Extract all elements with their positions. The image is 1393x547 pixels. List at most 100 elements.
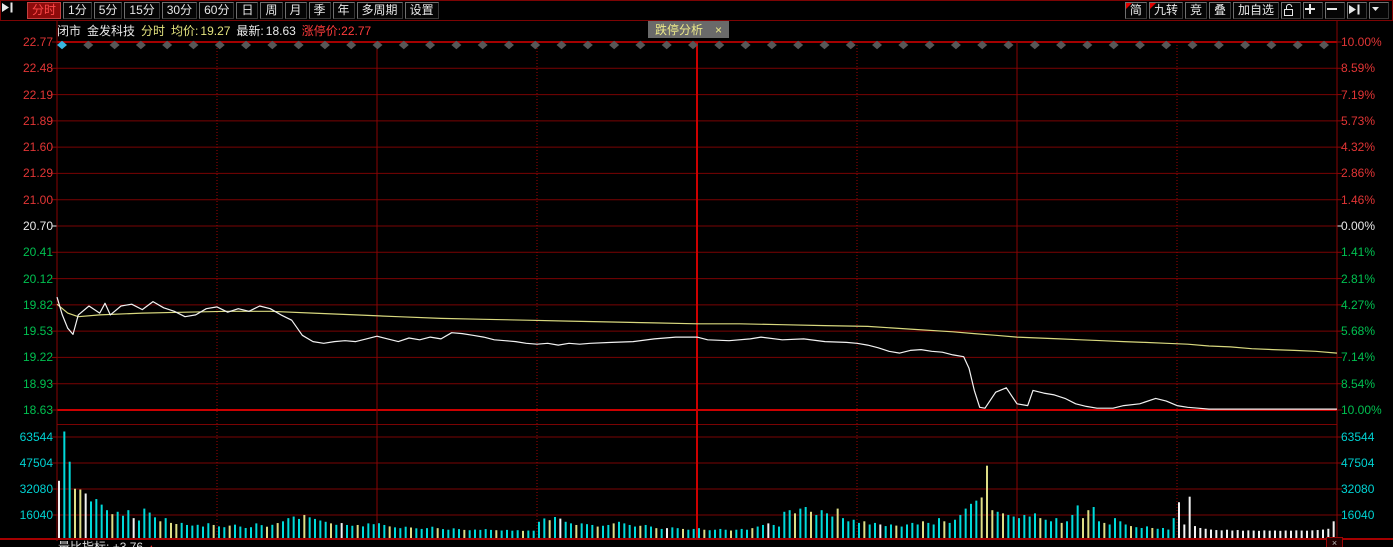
volume-bar	[714, 529, 716, 538]
volume-axis-label-right: 16040	[1341, 508, 1375, 522]
volume-bar	[1178, 502, 1180, 538]
volume-bar	[703, 529, 706, 538]
volume-bar	[388, 526, 391, 538]
volume-bar	[431, 526, 434, 538]
volume-bar	[148, 512, 151, 538]
volume-bar	[612, 523, 615, 538]
volume-bar	[975, 500, 978, 538]
volume-bar	[394, 527, 396, 538]
volume-bar	[644, 524, 647, 538]
volume-bar	[954, 519, 956, 538]
app-window: { "toolbar": { "left_items": [ {"label":…	[0, 0, 1393, 547]
volume-bar	[319, 520, 322, 538]
volume-bar	[1018, 518, 1020, 538]
volume-bar	[874, 522, 876, 538]
volume-bar	[1103, 522, 1106, 538]
volume-bar	[666, 528, 668, 538]
volume-bar	[548, 520, 551, 538]
volume-bar	[1012, 516, 1015, 538]
volume-bar	[170, 522, 172, 538]
pct-axis-label: 7.14%	[1341, 350, 1376, 365]
volume-bar	[1300, 530, 1303, 538]
volume-bar	[506, 529, 508, 538]
volume-bar	[751, 528, 754, 538]
volume-bar	[324, 521, 327, 538]
volume-bar	[474, 529, 476, 538]
volume-bar	[511, 530, 514, 538]
volume-bar	[879, 524, 882, 538]
volume-bar	[1284, 530, 1287, 538]
volume-bar	[1332, 521, 1335, 538]
volume-bar	[964, 508, 967, 538]
volume-bar	[772, 524, 775, 538]
volume-bar	[1210, 529, 1212, 538]
volume-bar	[1146, 526, 1148, 538]
volume-bar	[863, 521, 866, 538]
volume-bar	[858, 522, 860, 538]
volume-bar	[452, 528, 455, 538]
pct-axis-label: 4.32%	[1341, 140, 1376, 155]
volume-bar	[767, 523, 770, 538]
price-axis-label: 20.41	[22, 245, 53, 260]
volume-bar	[180, 522, 183, 538]
volume-bar	[1220, 530, 1223, 538]
volume-bar	[580, 523, 583, 538]
volume-bar	[1055, 518, 1058, 538]
volume-bar	[250, 527, 252, 538]
volume-bar	[986, 465, 988, 538]
price-axis-label: 22.19	[22, 87, 53, 102]
volume-bar	[948, 522, 951, 538]
volume-bar	[895, 525, 898, 538]
volume-bar	[906, 524, 908, 538]
volume-bar	[1242, 530, 1244, 538]
price-axis-label: 19.53	[22, 324, 53, 339]
volume-bar	[756, 526, 759, 538]
volume-bar	[458, 529, 460, 538]
volume-bar	[1039, 518, 1042, 538]
volume-bar	[1028, 516, 1031, 538]
volume-axis-label-right: 47504	[1341, 456, 1375, 470]
volume-bar	[676, 528, 679, 538]
price-axis-label: 19.22	[22, 350, 53, 365]
volume-bar	[970, 503, 972, 538]
volume-bar	[63, 431, 66, 538]
volume-bar	[1098, 521, 1100, 538]
volume-bar	[639, 525, 642, 538]
volume-bar	[383, 524, 386, 538]
indicator-label: 量比指标:	[58, 540, 110, 547]
volume-bar	[564, 521, 567, 538]
volume-bar	[95, 499, 98, 538]
volume-bar	[420, 528, 423, 538]
volume-bar	[106, 510, 108, 538]
volume-bar	[351, 525, 354, 538]
volume-bar	[1119, 521, 1122, 538]
volume-bar	[495, 530, 498, 538]
volume-bar	[591, 524, 594, 538]
indicator-close-button[interactable]: ×	[1326, 537, 1343, 547]
pct-axis-label: 2.81%	[1341, 271, 1376, 286]
volume-axis-label-right: 32080	[1341, 482, 1375, 496]
volume-bar	[911, 522, 914, 538]
volume-bar	[980, 497, 983, 538]
volume-bar	[1087, 510, 1090, 538]
volume-bar	[1140, 527, 1143, 538]
volume-bar	[1108, 524, 1111, 538]
volume-bar	[1183, 524, 1186, 538]
volume-bar	[127, 510, 130, 538]
price-axis-label: 21.00	[22, 192, 53, 207]
volume-bar	[623, 523, 626, 538]
volume-bar	[1076, 505, 1079, 538]
up-triangle-icon: ▲	[146, 543, 156, 547]
volume-bar	[79, 489, 82, 538]
volume-bar	[1002, 513, 1004, 538]
volume-bar	[884, 526, 887, 538]
volume-bar	[116, 511, 119, 538]
volume-bar	[1290, 530, 1292, 538]
volume-bar	[436, 528, 439, 538]
volume-bar	[228, 525, 231, 538]
volume-bar	[234, 524, 236, 538]
volume-bar	[372, 524, 375, 538]
price-axis-label: 21.60	[22, 140, 53, 155]
volume-bar	[1092, 507, 1095, 538]
volume-bar	[762, 524, 764, 538]
